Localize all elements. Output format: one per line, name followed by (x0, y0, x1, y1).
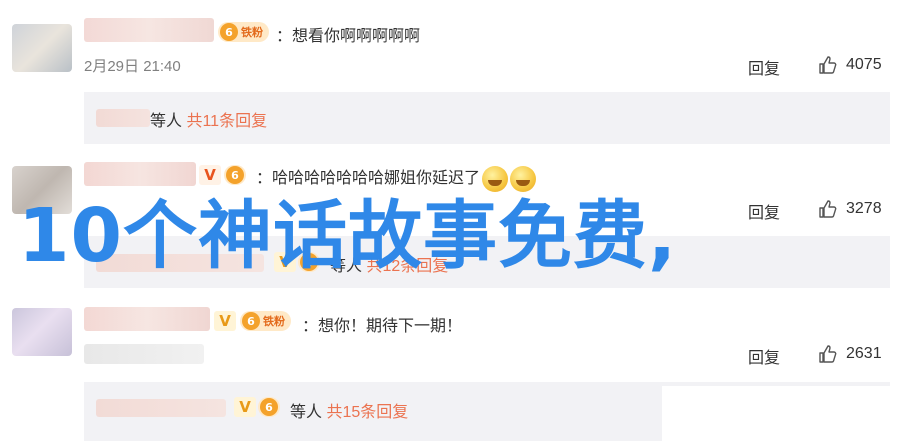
like-count: 4075 (846, 56, 882, 73)
view-replies-link[interactable]: 共11条回复 (186, 113, 267, 130)
comment-text: ：想你！期待下一期！ (302, 318, 463, 335)
thumbs-up-icon (819, 200, 837, 218)
reply-summary-text: 等人 共15条回复 (290, 398, 408, 422)
reply-button[interactable]: 回复 (748, 199, 780, 223)
reply-usernames-blurred (96, 109, 150, 127)
comment-date: 2月29日 21:40 (84, 58, 181, 75)
like-button[interactable]: 2631 (818, 344, 882, 364)
comment-date-blurred (84, 344, 204, 364)
fan-badge-icon: 6 (220, 23, 238, 41)
fan-badge-icon: 6 (242, 312, 260, 330)
avatar[interactable] (12, 308, 72, 356)
fan-badge[interactable]: 6 (258, 397, 280, 417)
reply-others-label: 等人 (150, 113, 183, 130)
fan-badge-icon: 6 (260, 398, 278, 416)
reply-summary-text: 等人 共11条回复 (150, 107, 267, 131)
reply-others-label: 等人 (290, 404, 323, 421)
reply-usernames-blurred (96, 399, 226, 417)
vip-badge[interactable]: V (214, 311, 236, 331)
reply-button[interactable]: 回复 (748, 55, 780, 79)
vip-badge[interactable]: V (234, 397, 256, 417)
fan-badge[interactable]: 6 铁粉 (240, 311, 291, 331)
fan-badge[interactable]: 6 铁粉 (218, 22, 269, 42)
username-blurred[interactable] (84, 307, 210, 331)
like-button[interactable]: 4075 (818, 55, 882, 75)
vip-v-icon: V (234, 397, 256, 417)
like-count: 3278 (846, 200, 882, 217)
thumbs-up-icon (819, 56, 837, 74)
view-replies-link[interactable]: 共15条回复 (326, 404, 408, 421)
avatar[interactable] (12, 24, 72, 72)
like-button[interactable]: 3278 (818, 199, 882, 219)
reply-button[interactable]: 回复 (748, 344, 780, 368)
reply-summary-box[interactable]: 等人 共11条回复 (84, 92, 890, 144)
thumbs-up-icon (819, 345, 837, 363)
like-count: 2631 (846, 345, 882, 362)
comment-text: ：想看你啊啊啊啊啊 (276, 28, 421, 45)
username-blurred[interactable] (84, 18, 214, 42)
corner-cover (662, 386, 916, 441)
overlay-title: 10个神话故事免费, (18, 193, 678, 279)
vip-v-icon: V (214, 311, 236, 331)
